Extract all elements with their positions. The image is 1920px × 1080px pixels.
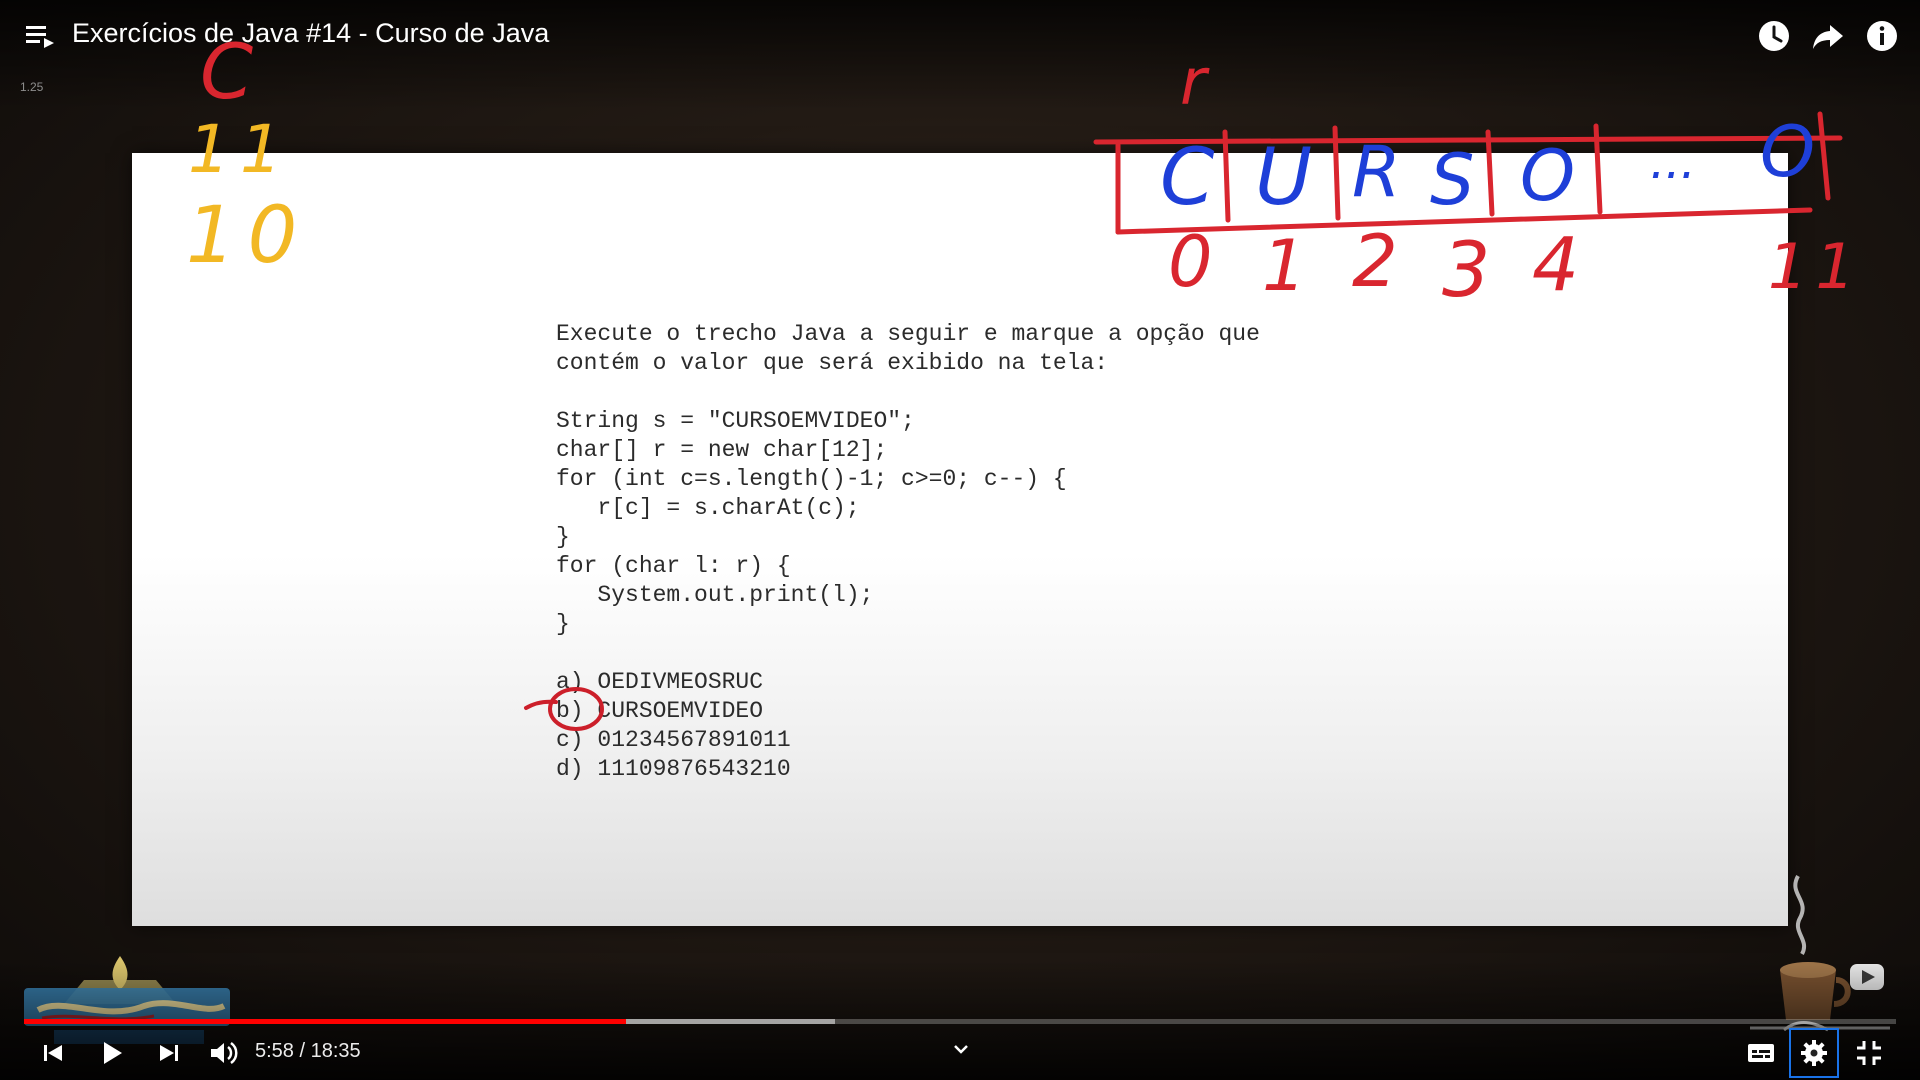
share-icon[interactable] <box>1810 18 1846 54</box>
code-line: for (char l: r) { <box>556 553 791 579</box>
code-line: for (int c=s.length()-1; c>=0; c--) { <box>556 466 1067 492</box>
info-icon[interactable] <box>1864 18 1900 54</box>
playback-speed-label: 1.25 <box>20 80 44 94</box>
code-line: r[c] = s.charAt(c); <box>556 495 860 521</box>
settings-gear-icon[interactable] <box>1797 1036 1831 1070</box>
option-c: c) 01234567891011 <box>556 727 791 753</box>
watch-later-icon[interactable] <box>1756 18 1792 54</box>
code-line: System.out.print(l); <box>556 582 874 608</box>
code-line: } <box>556 524 570 550</box>
playlist-icon[interactable] <box>24 22 58 52</box>
next-icon[interactable] <box>152 1036 186 1070</box>
subtitles-icon[interactable] <box>1744 1036 1778 1070</box>
question-text: Execute o trecho Java a seguir e marque … <box>556 320 1260 784</box>
play-icon[interactable] <box>94 1036 128 1070</box>
previous-icon[interactable] <box>36 1036 70 1070</box>
top-bar <box>0 0 1920 110</box>
code-line: String s = "CURSOEMVIDEO"; <box>556 408 915 434</box>
time-display: 5:58 / 18:35 <box>255 1040 361 1062</box>
code-line: } <box>556 611 570 637</box>
chevron-down-icon[interactable] <box>950 1040 972 1058</box>
option-b: b) CURSOEMVIDEO <box>556 698 764 724</box>
exit-fullscreen-icon[interactable] <box>1852 1036 1886 1070</box>
video-title[interactable]: Exercícios de Java #14 - Curso de Java <box>72 18 549 49</box>
question-line: Execute o trecho Java a seguir e marque … <box>556 321 1260 347</box>
volume-icon[interactable] <box>206 1036 240 1070</box>
progress-bar[interactable] <box>24 1019 1896 1024</box>
code-line: char[] r = new char[12]; <box>556 437 888 463</box>
option-d: d) 11109876543210 <box>556 756 791 782</box>
option-a: a) OEDIVMEOSRUC <box>556 669 764 695</box>
question-line: contém o valor que será exibido na tela: <box>556 350 1109 376</box>
progress-played <box>24 1019 626 1024</box>
